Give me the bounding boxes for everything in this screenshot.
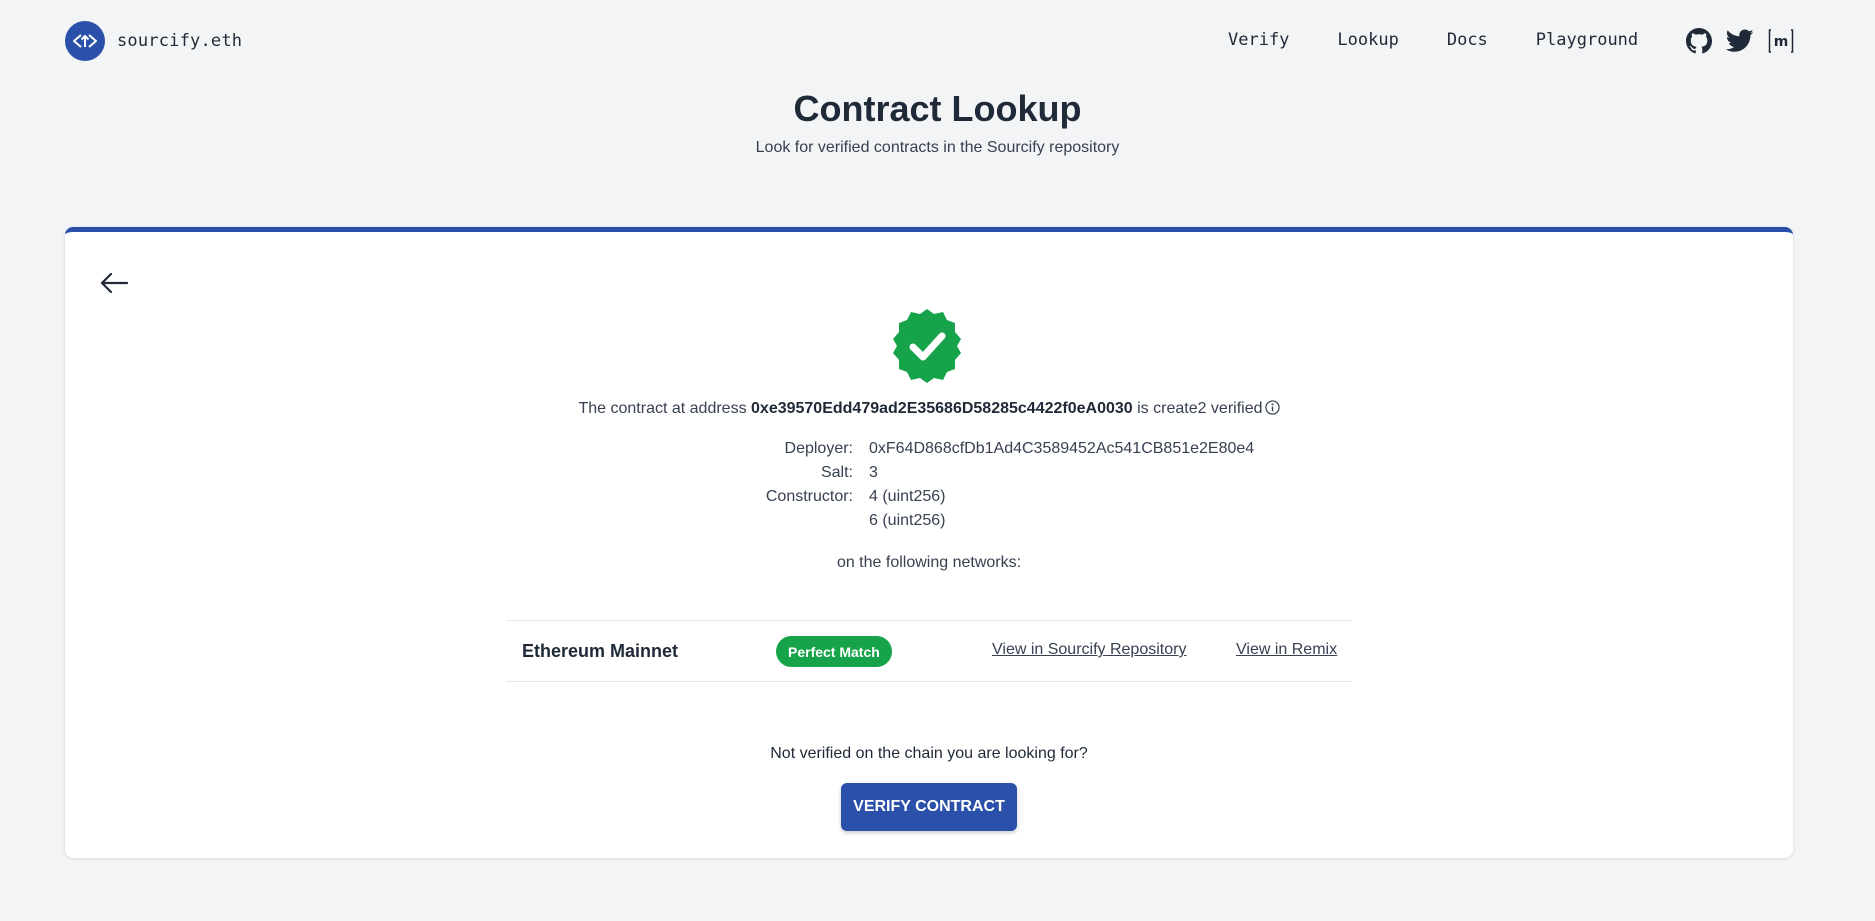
constructor-arg: 6 (uint256) [869, 512, 946, 529]
page-title: Contract Lookup [793, 88, 1082, 129]
result-card: The contract at address 0xe39570Edd479ad… [65, 227, 1793, 858]
verified-badge-icon [888, 307, 966, 390]
back-arrow-icon[interactable] [99, 271, 129, 300]
verify-contract-button[interactable]: VERIFY CONTRACT [841, 783, 1017, 831]
matrix-icon[interactable]: m [1768, 28, 1794, 54]
not-verified-prompt: Not verified on the chain you are lookin… [770, 745, 1088, 762]
constructor-arg: 4 (uint256) [869, 488, 946, 505]
page-subtitle: Look for verified contracts in the Sourc… [755, 139, 1120, 156]
twitter-icon[interactable] [1726, 29, 1754, 53]
deployer-value: 0xF64D868cfDb1Ad4C3589452Ac541CB851e2E80… [869, 440, 1255, 457]
match-status-badge: Perfect Match [776, 636, 892, 667]
contract-address: 0xe39570Edd479ad2E35686D58285c4422f0eA00… [751, 400, 1133, 417]
network-row: Ethereum Mainnet Perfect Match View in S… [506, 620, 1352, 682]
networks-intro: on the following networks: [836, 554, 1022, 571]
constructor-row-2: 6 (uint256) [65, 512, 1793, 534]
main-nav: Verify Lookup Docs Playground [1228, 30, 1638, 50]
status-prefix: The contract at address [578, 400, 752, 417]
deployer-label: Deployer: [784, 440, 853, 457]
github-icon[interactable] [1686, 28, 1712, 54]
status-suffix: is create2 verified [1132, 400, 1263, 417]
nav-docs[interactable]: Docs [1447, 30, 1488, 50]
brand-link[interactable]: sourcify.eth [65, 21, 242, 61]
constructor-label: Constructor: [765, 488, 853, 505]
brand-name: sourcify.eth [117, 31, 243, 51]
nav-playground[interactable]: Playground [1536, 30, 1638, 50]
nav-lookup[interactable]: Lookup [1337, 30, 1398, 50]
verification-status: The contract at address 0xe39570Edd479ad… [65, 400, 1793, 420]
social-links: m [1686, 28, 1794, 54]
salt-label: Salt: [820, 464, 853, 481]
salt-row: Salt: 3 [65, 464, 1793, 486]
view-in-remix-link[interactable]: View in Remix [1236, 641, 1337, 659]
deployer-row: Deployer: 0xF64D868cfDb1Ad4C3589452Ac541… [65, 440, 1793, 462]
top-navbar: sourcify.eth Verify Lookup Docs Playgrou… [0, 0, 1875, 84]
matrix-label: m [1774, 34, 1789, 50]
info-icon[interactable] [1264, 400, 1280, 420]
nav-verify[interactable]: Verify [1228, 30, 1289, 50]
view-in-sourcify-link[interactable]: View in Sourcify Repository [992, 641, 1186, 659]
network-name: Ethereum Mainnet [522, 641, 679, 661]
constructor-row: Constructor: 4 (uint256) [65, 488, 1793, 510]
sourcify-logo-icon [65, 21, 105, 61]
salt-value: 3 [869, 464, 878, 481]
